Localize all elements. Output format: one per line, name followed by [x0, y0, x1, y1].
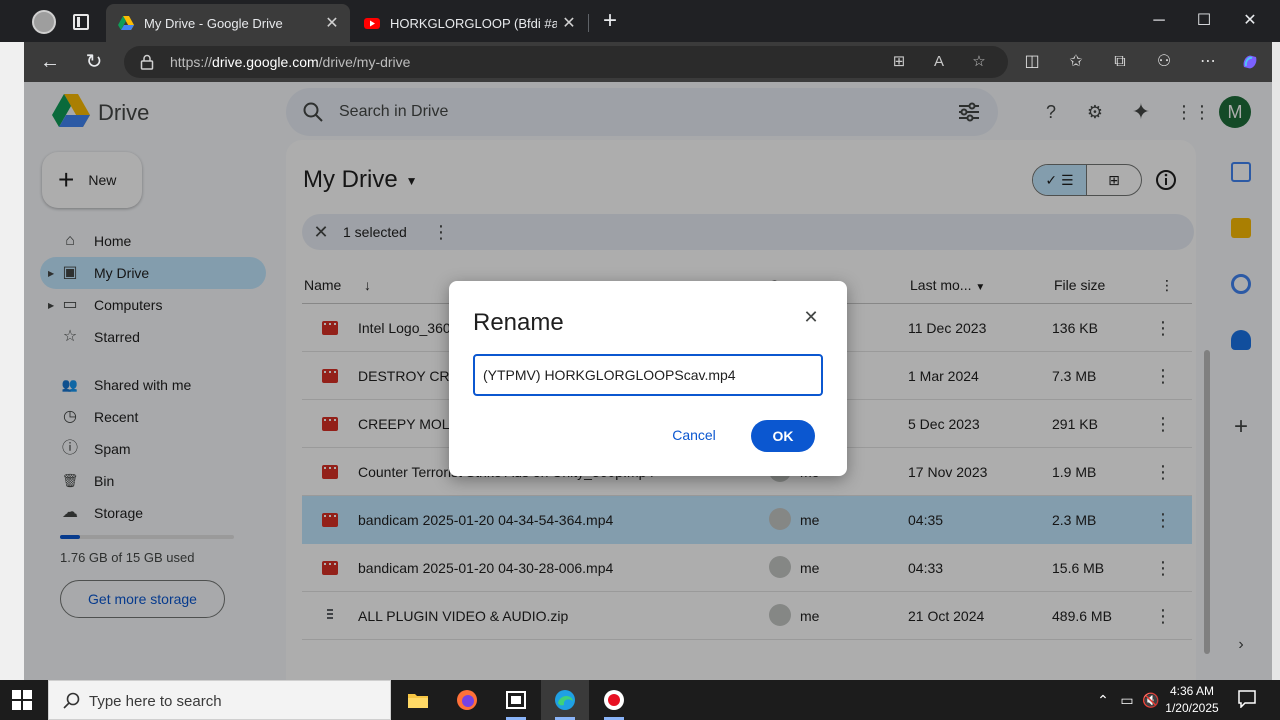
browser-scrollbar[interactable]	[1272, 42, 1280, 680]
taskbar-file-explorer[interactable]	[394, 680, 442, 720]
taskbar-edge[interactable]	[541, 680, 589, 720]
lock-icon	[140, 54, 154, 70]
split-screen-icon[interactable]: ◫	[1022, 52, 1042, 72]
browser-tab-bar: My Drive - Google Drive ✕ HORKGLORGLOOP …	[0, 0, 1280, 42]
taskbar-video-app[interactable]	[492, 680, 540, 720]
windows-taskbar: Type here to search ⌃ ▭ 🔇 4:36 AM 1/20/2…	[0, 680, 1280, 720]
rename-input[interactable]	[473, 354, 823, 396]
collections-icon[interactable]: ⧉	[1110, 52, 1130, 72]
address-bar[interactable]: https://drive.google.com/drive/my-drive …	[124, 46, 1008, 78]
tab-actions-icon[interactable]	[73, 14, 89, 30]
tab-google-drive[interactable]: My Drive - Google Drive ✕	[106, 4, 350, 42]
search-icon	[63, 692, 80, 709]
close-icon[interactable]: ✕	[799, 305, 823, 329]
drive-favicon-icon	[118, 16, 134, 30]
copilot-icon[interactable]	[1240, 52, 1260, 72]
firefox-icon	[457, 690, 477, 710]
favorites-icon[interactable]: ✩	[1066, 52, 1086, 72]
volume-muted-icon[interactable]: 🔇	[1142, 690, 1160, 710]
taskbar-search-placeholder: Type here to search	[89, 693, 222, 710]
taskbar-clock[interactable]: 4:36 AM 1/20/2025	[1164, 683, 1220, 717]
tab-separator	[588, 14, 589, 32]
taskbar-search-box[interactable]: Type here to search	[48, 680, 391, 720]
tab-title: HORKGLORGLOOP (Bfdi #animatic	[390, 15, 557, 31]
taskbar-firefox[interactable]	[443, 680, 491, 720]
clock-date: 1/20/2025	[1165, 701, 1219, 715]
settings-more-icon[interactable]: ⋯	[1198, 52, 1218, 72]
network-icon[interactable]: ▭	[1118, 690, 1136, 710]
clock-time: 4:36 AM	[1169, 684, 1215, 698]
record-icon	[604, 690, 624, 710]
tab-close-icon[interactable]: ✕	[557, 13, 581, 33]
video-editor-icon	[506, 691, 526, 709]
tab-title: My Drive - Google Drive	[144, 15, 283, 31]
notification-icon[interactable]	[1238, 690, 1256, 708]
close-window-button[interactable]: ✕	[1235, 8, 1265, 34]
read-aloud-icon[interactable]: A	[930, 53, 948, 71]
refresh-icon[interactable]: ↻	[82, 50, 106, 74]
taskbar-recorder[interactable]	[590, 680, 638, 720]
profile-avatar-icon[interactable]	[32, 10, 56, 34]
desktop-edge	[0, 42, 24, 680]
url-text: https://drive.google.com/drive/my-drive	[170, 54, 411, 70]
dialog-title: Rename	[473, 309, 564, 336]
edge-icon	[555, 690, 575, 710]
app-available-icon[interactable]: ⊞	[890, 53, 908, 71]
maximize-button[interactable]: ☐	[1189, 8, 1219, 34]
browser-toolbar: ← ↻ https://drive.google.com/drive/my-dr…	[0, 42, 1280, 82]
tab-close-icon[interactable]: ✕	[320, 13, 344, 33]
tray-chevron-up-icon[interactable]: ⌃	[1094, 690, 1112, 710]
favorite-star-icon[interactable]: ☆	[970, 53, 988, 71]
youtube-favicon-icon	[364, 18, 380, 29]
minimize-button[interactable]: ─	[1144, 8, 1174, 34]
extensions-icon[interactable]: ⚇	[1154, 52, 1174, 72]
rename-dialog: Rename ✕ Cancel OK	[449, 281, 847, 476]
cancel-button[interactable]: Cancel	[659, 419, 729, 451]
windows-start-icon[interactable]	[12, 690, 32, 710]
ok-button[interactable]: OK	[751, 420, 815, 452]
new-tab-button[interactable]: +	[598, 9, 622, 34]
tab-youtube[interactable]: HORKGLORGLOOP (Bfdi #animatic ✕	[352, 4, 587, 42]
folder-icon	[408, 694, 428, 708]
back-arrow-icon[interactable]: ←	[38, 50, 62, 74]
